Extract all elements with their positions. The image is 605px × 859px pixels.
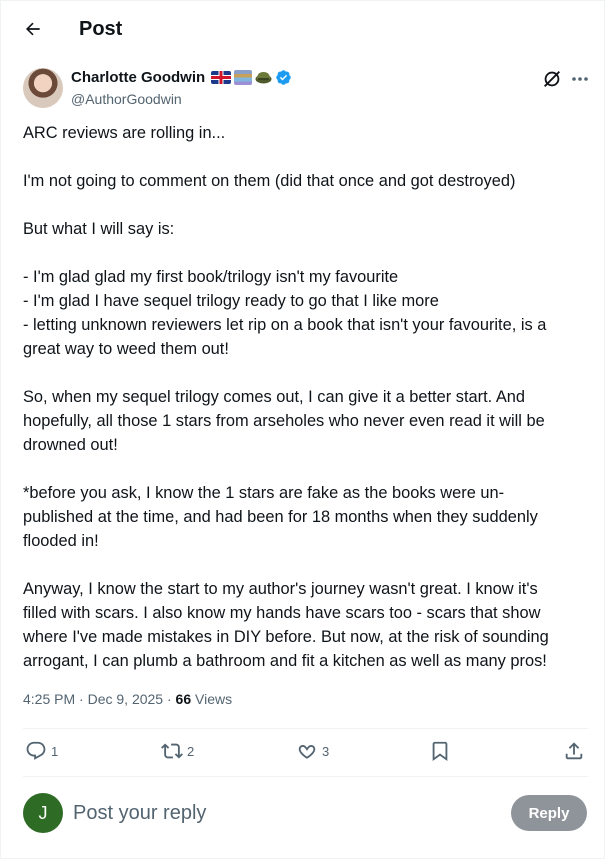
like-count: 3 bbox=[322, 743, 330, 759]
post-paragraph: *before you ask, I know the 1 stars are … bbox=[23, 481, 593, 553]
post-line: where I've made mistakes in DIY before. … bbox=[23, 628, 549, 646]
post-line: hopefully, all those 1 stars from arseho… bbox=[23, 412, 545, 430]
repost-action[interactable]: 2 bbox=[161, 740, 194, 762]
post-paragraph: So, when my sequel trilogy comes out, I … bbox=[23, 385, 593, 457]
views-count: 66 bbox=[175, 691, 192, 707]
repost-icon bbox=[161, 743, 183, 759]
post-line: filled with scars. I also know my hands … bbox=[23, 604, 541, 622]
uk-flag-icon bbox=[211, 71, 231, 84]
reply-action[interactable]: 1 bbox=[25, 740, 58, 762]
bookmark-action[interactable] bbox=[429, 740, 451, 762]
post-line: *before you ask, I know the 1 stars are … bbox=[23, 484, 505, 502]
grok-button[interactable] bbox=[541, 68, 563, 90]
more-options-button[interactable] bbox=[569, 68, 591, 90]
reply-count: 1 bbox=[51, 743, 59, 759]
author-name[interactable]: Charlotte Goodwin bbox=[71, 69, 205, 86]
share-action[interactable] bbox=[563, 740, 585, 762]
reply-button[interactable]: Reply bbox=[511, 795, 587, 831]
grok-icon bbox=[544, 71, 560, 87]
back-button[interactable] bbox=[19, 15, 47, 43]
repost-count: 2 bbox=[187, 743, 195, 759]
views-label: Views bbox=[195, 691, 233, 707]
helmet-icon bbox=[255, 72, 272, 84]
post-time[interactable]: 4:25 PM bbox=[23, 691, 75, 707]
page-title: Post bbox=[79, 18, 123, 40]
post-text: ARC reviews are rolling in... I'm not goi… bbox=[23, 121, 593, 697]
post-line: So, when my sequel trilogy comes out, I … bbox=[23, 388, 525, 406]
back-arrow-icon bbox=[26, 22, 40, 36]
post-meta: 4:25 PM · Dec 9, 2025 · 66 Views bbox=[23, 691, 233, 707]
reply-icon bbox=[26, 741, 46, 760]
divider bbox=[23, 728, 588, 729]
post-line: arrogant, I can plumb a bathroom and fit… bbox=[23, 652, 547, 670]
bookmark-icon bbox=[432, 741, 448, 762]
post-paragraph: ARC reviews are rolling in... bbox=[23, 121, 593, 145]
page-header: Post bbox=[1, 1, 605, 57]
post-line: - letting unknown reviewers let rip on a… bbox=[23, 316, 547, 334]
post-line: I'm not going to comment on them (did th… bbox=[23, 172, 516, 190]
post-paragraph: - I'm glad glad my first book/trilogy is… bbox=[23, 265, 593, 361]
post-paragraph: Anyway, I know the start to my author's … bbox=[23, 577, 593, 673]
post-line: But what I will say is: bbox=[23, 220, 175, 238]
author-avatar[interactable] bbox=[23, 68, 63, 108]
more-dots-icon bbox=[572, 77, 588, 81]
post-page: Post Charlotte Goodwin @AuthorGoodwin AR… bbox=[0, 0, 605, 859]
post-paragraph: But what I will say is: bbox=[23, 217, 593, 241]
post-date[interactable]: Dec 9, 2025 bbox=[88, 691, 164, 707]
post-line: Anyway, I know the start to my author's … bbox=[23, 580, 538, 598]
post-line: drowned out! bbox=[23, 436, 118, 454]
reply-input[interactable] bbox=[73, 799, 493, 827]
heart-icon bbox=[298, 745, 316, 759]
like-action[interactable]: 3 bbox=[296, 740, 329, 762]
verified-badge-icon[interactable] bbox=[275, 69, 292, 86]
author-badges bbox=[211, 69, 292, 86]
author-handle[interactable]: @AuthorGoodwin bbox=[71, 91, 182, 107]
post-paragraph: I'm not going to comment on them (did th… bbox=[23, 169, 593, 193]
share-icon bbox=[565, 742, 583, 760]
post-line: flooded in! bbox=[23, 532, 99, 550]
post-line: - I'm glad I have sequel trilogy ready t… bbox=[23, 292, 439, 310]
books-icon bbox=[234, 70, 252, 85]
reply-avatar[interactable]: J bbox=[23, 793, 63, 833]
divider bbox=[23, 776, 588, 777]
post-line: ARC reviews are rolling in... bbox=[23, 124, 226, 142]
post-line: great way to weed them out! bbox=[23, 340, 229, 358]
post-line: published at the time, and had been for … bbox=[23, 508, 538, 526]
post-line: - I'm glad glad my first book/trilogy is… bbox=[23, 268, 399, 286]
post-actions: 1 2 3 bbox=[23, 736, 588, 770]
